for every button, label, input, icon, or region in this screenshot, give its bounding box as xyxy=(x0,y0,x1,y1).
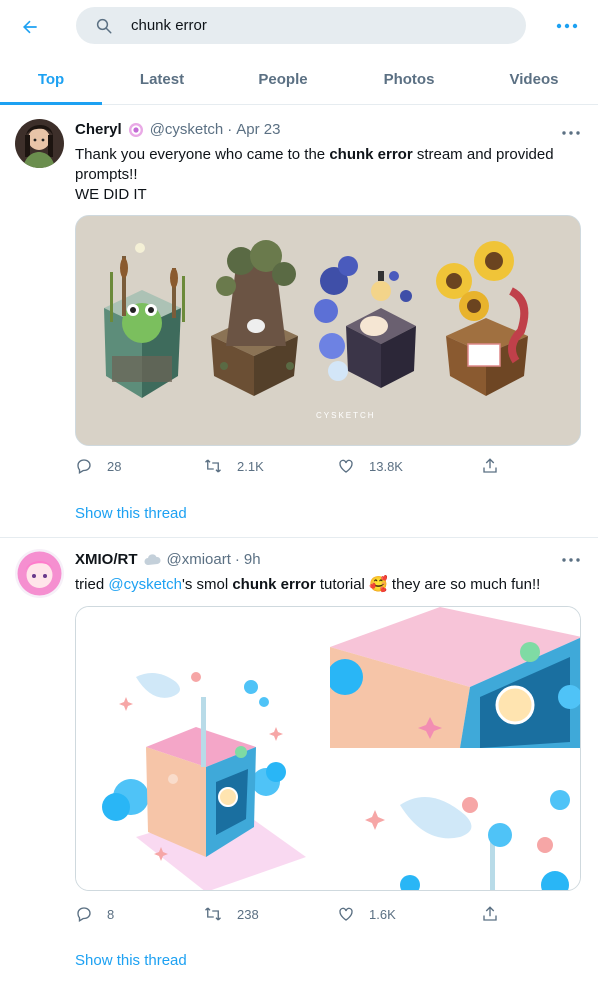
reply-icon xyxy=(77,907,91,922)
reply-count: 28 xyxy=(107,458,122,474)
cloud-icon xyxy=(144,553,161,566)
tweet[interactable]: Cheryl @cysketch · Apr 23 Thank you ever… xyxy=(0,106,598,538)
retweet-icon xyxy=(205,907,221,921)
share-button[interactable] xyxy=(481,903,513,925)
text-segment: tried xyxy=(75,576,109,593)
retweet-button[interactable]: 2.1K xyxy=(203,455,264,477)
avatar[interactable] xyxy=(15,119,64,168)
reply-count: 8 xyxy=(107,906,115,922)
tweet-image[interactable] xyxy=(327,607,580,748)
like-button[interactable]: 13.8K xyxy=(337,455,403,477)
more-options-icon[interactable] xyxy=(553,12,581,40)
reply-button[interactable]: 8 xyxy=(75,903,114,925)
handle[interactable]: @cysketch xyxy=(150,121,224,138)
search-tabs: Top Latest People Photos Videos xyxy=(0,53,598,105)
back-arrow-icon[interactable] xyxy=(14,11,46,43)
share-icon xyxy=(483,458,497,473)
text-segment: WE DID IT xyxy=(75,186,147,203)
tweet-header: Cheryl @cysketch · Apr 23 xyxy=(75,121,280,138)
active-tab-indicator xyxy=(0,102,102,105)
display-name[interactable]: Cheryl xyxy=(75,121,122,138)
timestamp[interactable]: 9h xyxy=(244,551,261,568)
heart-icon xyxy=(339,459,353,473)
share-button[interactable] xyxy=(481,455,513,477)
text-segment: 's smol xyxy=(181,576,233,593)
image-watermark: CYSKETCH xyxy=(316,411,376,420)
tweet-image[interactable] xyxy=(330,750,580,890)
like-count: 13.8K xyxy=(369,458,403,474)
reply-icon xyxy=(77,459,91,474)
tweet-image[interactable]: CYSKETCH xyxy=(75,215,581,446)
tab-latest[interactable]: Latest xyxy=(102,53,222,105)
share-icon xyxy=(483,906,497,921)
text-segment: tutorial xyxy=(315,576,365,593)
text-segment: they are so much fun!! xyxy=(387,576,541,593)
tweet-image[interactable] xyxy=(76,607,328,890)
show-thread-link[interactable]: Show this thread xyxy=(75,952,187,969)
tweet-more-icon[interactable] xyxy=(558,123,584,143)
retweet-button[interactable]: 238 xyxy=(203,903,259,925)
tab-photos[interactable]: Photos xyxy=(344,53,474,105)
display-name[interactable]: XMIO/RT xyxy=(75,551,138,568)
search-box[interactable] xyxy=(76,7,526,44)
text-segment: Thank you everyone who came to the xyxy=(75,146,330,163)
separator-dot: · xyxy=(234,551,240,568)
like-count: 1.6K xyxy=(369,906,396,922)
tab-people[interactable]: People xyxy=(222,53,344,105)
mention-link[interactable]: @cysketch xyxy=(108,576,182,593)
tweet-header: XMIO/RT @xmioart · 9h xyxy=(75,551,261,568)
timestamp[interactable]: Apr 23 xyxy=(236,121,280,138)
highlighted-term: chunk error xyxy=(329,146,413,163)
handle[interactable]: @xmioart xyxy=(167,551,231,568)
top-bar xyxy=(0,0,598,53)
retweet-count: 238 xyxy=(237,906,259,922)
search-icon xyxy=(94,16,114,36)
tweet-actions: 28 2.1K 13.8K xyxy=(75,455,505,477)
highlighted-term: chunk error xyxy=(232,576,316,593)
heart-icon xyxy=(339,907,353,921)
tweet-actions: 8 238 1.6K xyxy=(75,903,505,925)
search-input[interactable] xyxy=(131,17,491,34)
tweet-text: Thank you everyone who came to the chunk… xyxy=(75,145,565,205)
tab-videos[interactable]: Videos xyxy=(474,53,594,105)
tweet-text: tried @cysketch's smol chunk error tutor… xyxy=(75,575,565,595)
tweet-image-grid xyxy=(75,606,581,891)
emoji: 🥰 xyxy=(369,576,388,593)
separator-dot: · xyxy=(227,121,233,138)
badge-icon xyxy=(128,122,144,138)
avatar[interactable] xyxy=(15,549,64,598)
tweet[interactable]: XMIO/RT @xmioart · 9h tried @cysketch's … xyxy=(0,538,598,985)
like-button[interactable]: 1.6K xyxy=(337,903,396,925)
show-thread-link[interactable]: Show this thread xyxy=(75,505,187,522)
retweet-icon xyxy=(205,459,221,473)
reply-button[interactable]: 28 xyxy=(75,455,121,477)
tweet-more-icon[interactable] xyxy=(558,550,584,570)
retweet-count: 2.1K xyxy=(237,458,264,474)
tab-top[interactable]: Top xyxy=(0,53,102,105)
